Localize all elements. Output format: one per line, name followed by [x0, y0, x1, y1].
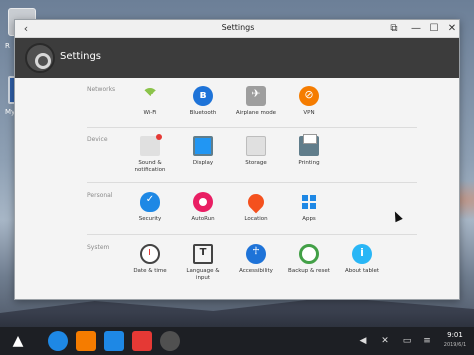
setting-label: Bluetooth	[189, 110, 217, 116]
setting-airplane-mode[interactable]: Airplane mode	[231, 86, 281, 117]
storage-icon	[246, 136, 266, 156]
apps-grid-icon	[299, 192, 319, 212]
setting-label: Location	[244, 216, 268, 222]
autorun-icon	[193, 192, 213, 212]
restore-button[interactable]: ⧉	[387, 22, 401, 36]
office-icon[interactable]	[132, 331, 152, 351]
close-button[interactable]: ✕	[445, 22, 459, 36]
backup-icon	[299, 244, 319, 264]
header-title: Settings	[60, 51, 102, 62]
files-icon[interactable]	[76, 331, 96, 351]
setting-label: Date & time	[133, 268, 167, 274]
mail-icon[interactable]	[104, 331, 124, 351]
clock-time[interactable]: 9:01	[440, 331, 470, 339]
section-system: System Date & time Language & input Acce…	[15, 238, 459, 288]
network-icon[interactable]: ✕	[378, 334, 392, 348]
display-icon	[193, 136, 213, 156]
shield-icon	[140, 192, 160, 212]
window-titlebar: ‹ Settings ⧉ — ☐ ✕	[15, 20, 459, 38]
setting-label: Airplane mode	[235, 110, 277, 116]
setting-label: Language & input	[186, 268, 220, 281]
setting-security[interactable]: Security	[125, 192, 175, 223]
setting-label: Apps	[302, 216, 316, 222]
setting-label: Security	[138, 216, 162, 222]
settings-header: Settings	[15, 38, 459, 78]
language-icon	[193, 244, 213, 264]
setting-location[interactable]: Location	[231, 190, 281, 223]
info-icon	[352, 244, 372, 264]
setting-label: Sound & notification	[134, 160, 166, 173]
section-divider	[87, 182, 417, 183]
display-mode-icon[interactable]: ▭	[400, 334, 414, 348]
sound-icon	[140, 134, 162, 156]
bluetooth-icon	[193, 86, 213, 106]
section-label: Networks	[87, 86, 116, 93]
clock-date: 2019/6/1	[443, 342, 467, 348]
setting-bluetooth[interactable]: Bluetooth	[178, 86, 228, 117]
settings-icon[interactable]	[160, 331, 180, 351]
section-divider	[87, 234, 417, 235]
section-divider	[87, 127, 417, 128]
setting-storage[interactable]: Storage	[231, 136, 281, 167]
browser-icon[interactable]	[48, 331, 68, 351]
setting-apps[interactable]: Apps	[284, 192, 334, 223]
setting-wifi[interactable]: Wi-Fi	[125, 86, 175, 117]
section-label: Device	[87, 136, 108, 143]
setting-printing[interactable]: Printing	[284, 134, 334, 167]
setting-vpn[interactable]: VPN	[284, 86, 334, 117]
accessibility-icon	[246, 244, 266, 264]
setting-sound-notification[interactable]: Sound & notification	[125, 134, 175, 174]
taskbar: ▲ ◀ ✕ ▭ ≡ 9:01 2019/6/1	[0, 327, 474, 355]
setting-display[interactable]: Display	[178, 136, 228, 167]
setting-autorun[interactable]: AutoRun	[178, 192, 228, 223]
wifi-icon	[140, 86, 160, 106]
setting-backup-reset[interactable]: Backup & reset	[284, 244, 334, 275]
section-label: System	[87, 244, 110, 251]
setting-label: About tablet	[344, 268, 380, 274]
setting-label: Printing	[298, 160, 320, 166]
setting-label: Backup & reset	[288, 268, 330, 274]
start-menu-icon[interactable]: ▲	[8, 331, 28, 351]
setting-label: Storage	[245, 160, 267, 166]
setting-date-time[interactable]: Date & time	[125, 244, 175, 275]
setting-label: VPN	[303, 110, 315, 116]
setting-label: Wi-Fi	[143, 110, 157, 116]
airplane-icon	[246, 86, 266, 106]
setting-label: AutoRun	[191, 216, 215, 222]
location-pin-icon	[244, 190, 268, 214]
section-label: Personal	[87, 192, 113, 199]
setting-accessibility[interactable]: Accessibility	[231, 244, 281, 275]
settings-window: ‹ Settings ⧉ — ☐ ✕ Settings Networks Wi-…	[14, 19, 460, 300]
setting-label: Accessibility	[239, 268, 273, 274]
settings-content: Networks Wi-Fi Bluetooth Airplane mode V…	[15, 78, 459, 299]
vpn-icon	[299, 86, 319, 106]
desktop-label-trash: R	[5, 42, 10, 50]
maximize-button[interactable]: ☐	[427, 22, 441, 36]
printer-icon	[299, 134, 319, 156]
minimize-button[interactable]: —	[409, 22, 423, 36]
setting-language-input[interactable]: Language & input	[178, 244, 228, 282]
notifications-icon[interactable]: ≡	[420, 334, 434, 348]
section-device: Device Sound & notification Display Stor…	[15, 130, 459, 180]
settings-logo-icon	[25, 43, 55, 73]
setting-about-tablet[interactable]: About tablet	[337, 244, 387, 275]
section-networks: Networks Wi-Fi Bluetooth Airplane mode V…	[15, 80, 459, 130]
setting-label: Display	[192, 160, 214, 166]
clock-icon	[140, 244, 160, 264]
volume-icon[interactable]: ◀	[356, 334, 370, 348]
